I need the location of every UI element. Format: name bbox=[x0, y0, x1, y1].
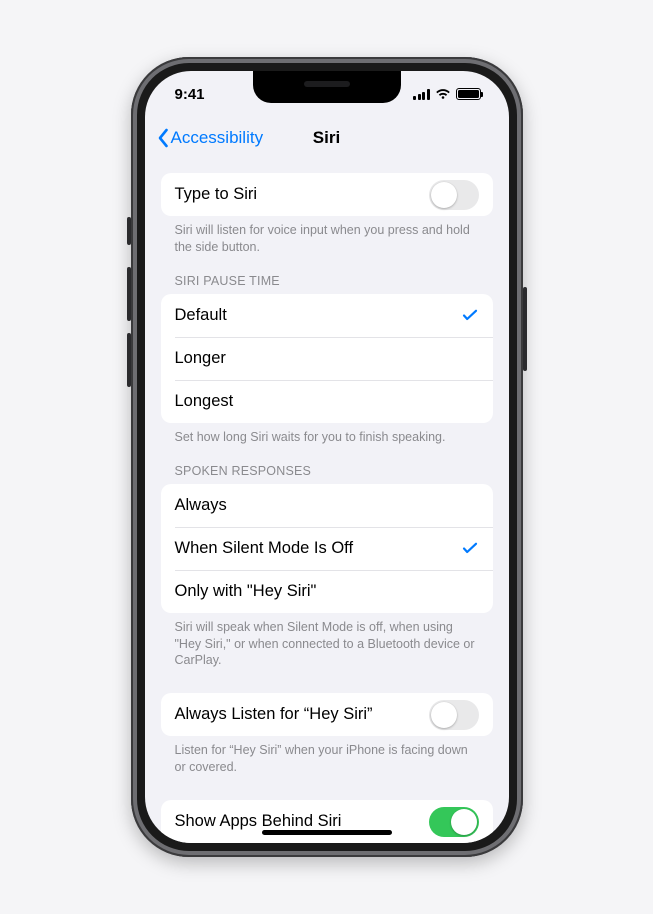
checkmark-icon bbox=[461, 539, 479, 557]
mute-switch bbox=[127, 217, 131, 245]
pause-option-label: Longer bbox=[175, 349, 226, 368]
spoken-option-silent-off[interactable]: When Silent Mode Is Off bbox=[161, 527, 493, 570]
type-to-siri-label: Type to Siri bbox=[175, 185, 258, 204]
battery-icon bbox=[456, 88, 481, 100]
show-apps-label: Show Apps Behind Siri bbox=[175, 812, 342, 831]
status-right bbox=[413, 88, 481, 100]
back-label: Accessibility bbox=[171, 128, 264, 148]
cellular-icon bbox=[413, 89, 430, 100]
pause-option-default[interactable]: Default bbox=[161, 294, 493, 337]
spoken-option-label: When Silent Mode Is Off bbox=[175, 539, 354, 558]
always-listen-label: Always Listen for “Hey Siri” bbox=[175, 705, 373, 724]
back-button[interactable]: Accessibility bbox=[157, 128, 264, 148]
pause-footer: Set how long Siri waits for you to finis… bbox=[161, 423, 493, 446]
settings-content: Type to Siri Siri will listen for voice … bbox=[145, 159, 509, 843]
spoken-group: Always When Silent Mode Is Off Only with… bbox=[161, 484, 493, 613]
pause-option-longest[interactable]: Longest bbox=[161, 380, 493, 423]
always-listen-row[interactable]: Always Listen for “Hey Siri” bbox=[161, 693, 493, 736]
notch bbox=[253, 71, 401, 103]
speaker-grille bbox=[304, 81, 350, 87]
screen: 9:41 Accessibility Siri bbox=[145, 71, 509, 843]
type-to-siri-footer: Siri will listen for voice input when yo… bbox=[161, 216, 493, 256]
pause-group: Default Longer Longest bbox=[161, 294, 493, 423]
type-to-siri-toggle[interactable] bbox=[429, 180, 479, 210]
type-to-siri-group: Type to Siri bbox=[161, 173, 493, 216]
home-indicator[interactable] bbox=[262, 830, 392, 835]
chevron-left-icon bbox=[157, 128, 169, 148]
volume-down-button bbox=[127, 333, 131, 387]
pause-option-label: Default bbox=[175, 306, 227, 325]
show-apps-group: Show Apps Behind Siri bbox=[161, 800, 493, 843]
pause-option-longer[interactable]: Longer bbox=[161, 337, 493, 380]
spoken-option-hey-siri[interactable]: Only with "Hey Siri" bbox=[161, 570, 493, 613]
checkmark-icon bbox=[461, 306, 479, 324]
spoken-option-label: Only with "Hey Siri" bbox=[175, 582, 317, 601]
spoken-footer: Siri will speak when Silent Mode is off,… bbox=[161, 613, 493, 670]
always-listen-toggle[interactable] bbox=[429, 700, 479, 730]
pause-option-label: Longest bbox=[175, 392, 234, 411]
nav-bar: Accessibility Siri bbox=[145, 117, 509, 159]
pause-header: SIRI PAUSE TIME bbox=[161, 256, 493, 294]
status-time: 9:41 bbox=[175, 86, 205, 103]
side-button bbox=[523, 287, 527, 371]
type-to-siri-row[interactable]: Type to Siri bbox=[161, 173, 493, 216]
show-apps-row[interactable]: Show Apps Behind Siri bbox=[161, 800, 493, 843]
show-apps-toggle[interactable] bbox=[429, 807, 479, 837]
always-listen-footer: Listen for “Hey Siri” when your iPhone i… bbox=[161, 736, 493, 776]
spoken-option-always[interactable]: Always bbox=[161, 484, 493, 527]
spoken-option-label: Always bbox=[175, 496, 227, 515]
spoken-header: SPOKEN RESPONSES bbox=[161, 446, 493, 484]
wifi-icon bbox=[435, 88, 451, 100]
iphone-frame: 9:41 Accessibility Siri bbox=[131, 57, 523, 857]
page-title: Siri bbox=[313, 128, 340, 148]
volume-up-button bbox=[127, 267, 131, 321]
always-listen-group: Always Listen for “Hey Siri” bbox=[161, 693, 493, 736]
